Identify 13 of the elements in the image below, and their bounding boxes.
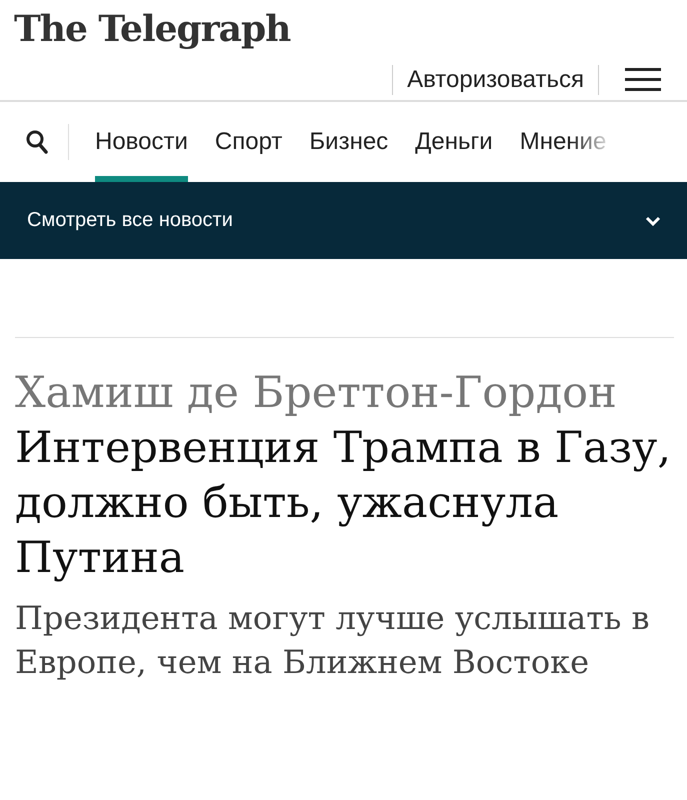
nav-tab[interactable]: Мнение xyxy=(520,102,606,182)
nav-tab[interactable]: Деньги xyxy=(415,102,493,182)
author-name[interactable]: Хамиш де Бреттон-Гордон xyxy=(15,366,674,421)
chevron-icon xyxy=(645,216,661,226)
subheadline: Президента могут лучше услышать в Европе, чем на Ближнем Востоке xyxy=(15,598,651,683)
all-news-dropdown[interactable]: Смотреть все новости xyxy=(0,182,687,259)
nav-tab[interactable]: Спорт xyxy=(214,102,282,182)
login-link[interactable]: Авторизоваться xyxy=(407,66,584,94)
logo[interactable]: The Telegraph xyxy=(0,0,290,60)
nav-tab[interactable]: Бизнес xyxy=(309,102,388,182)
headline: Интервенция Трампа в Газу, должно быть, ужаснула Путина xyxy=(15,422,672,585)
menu-icon[interactable] xyxy=(625,68,661,92)
search-icon[interactable] xyxy=(26,129,48,155)
